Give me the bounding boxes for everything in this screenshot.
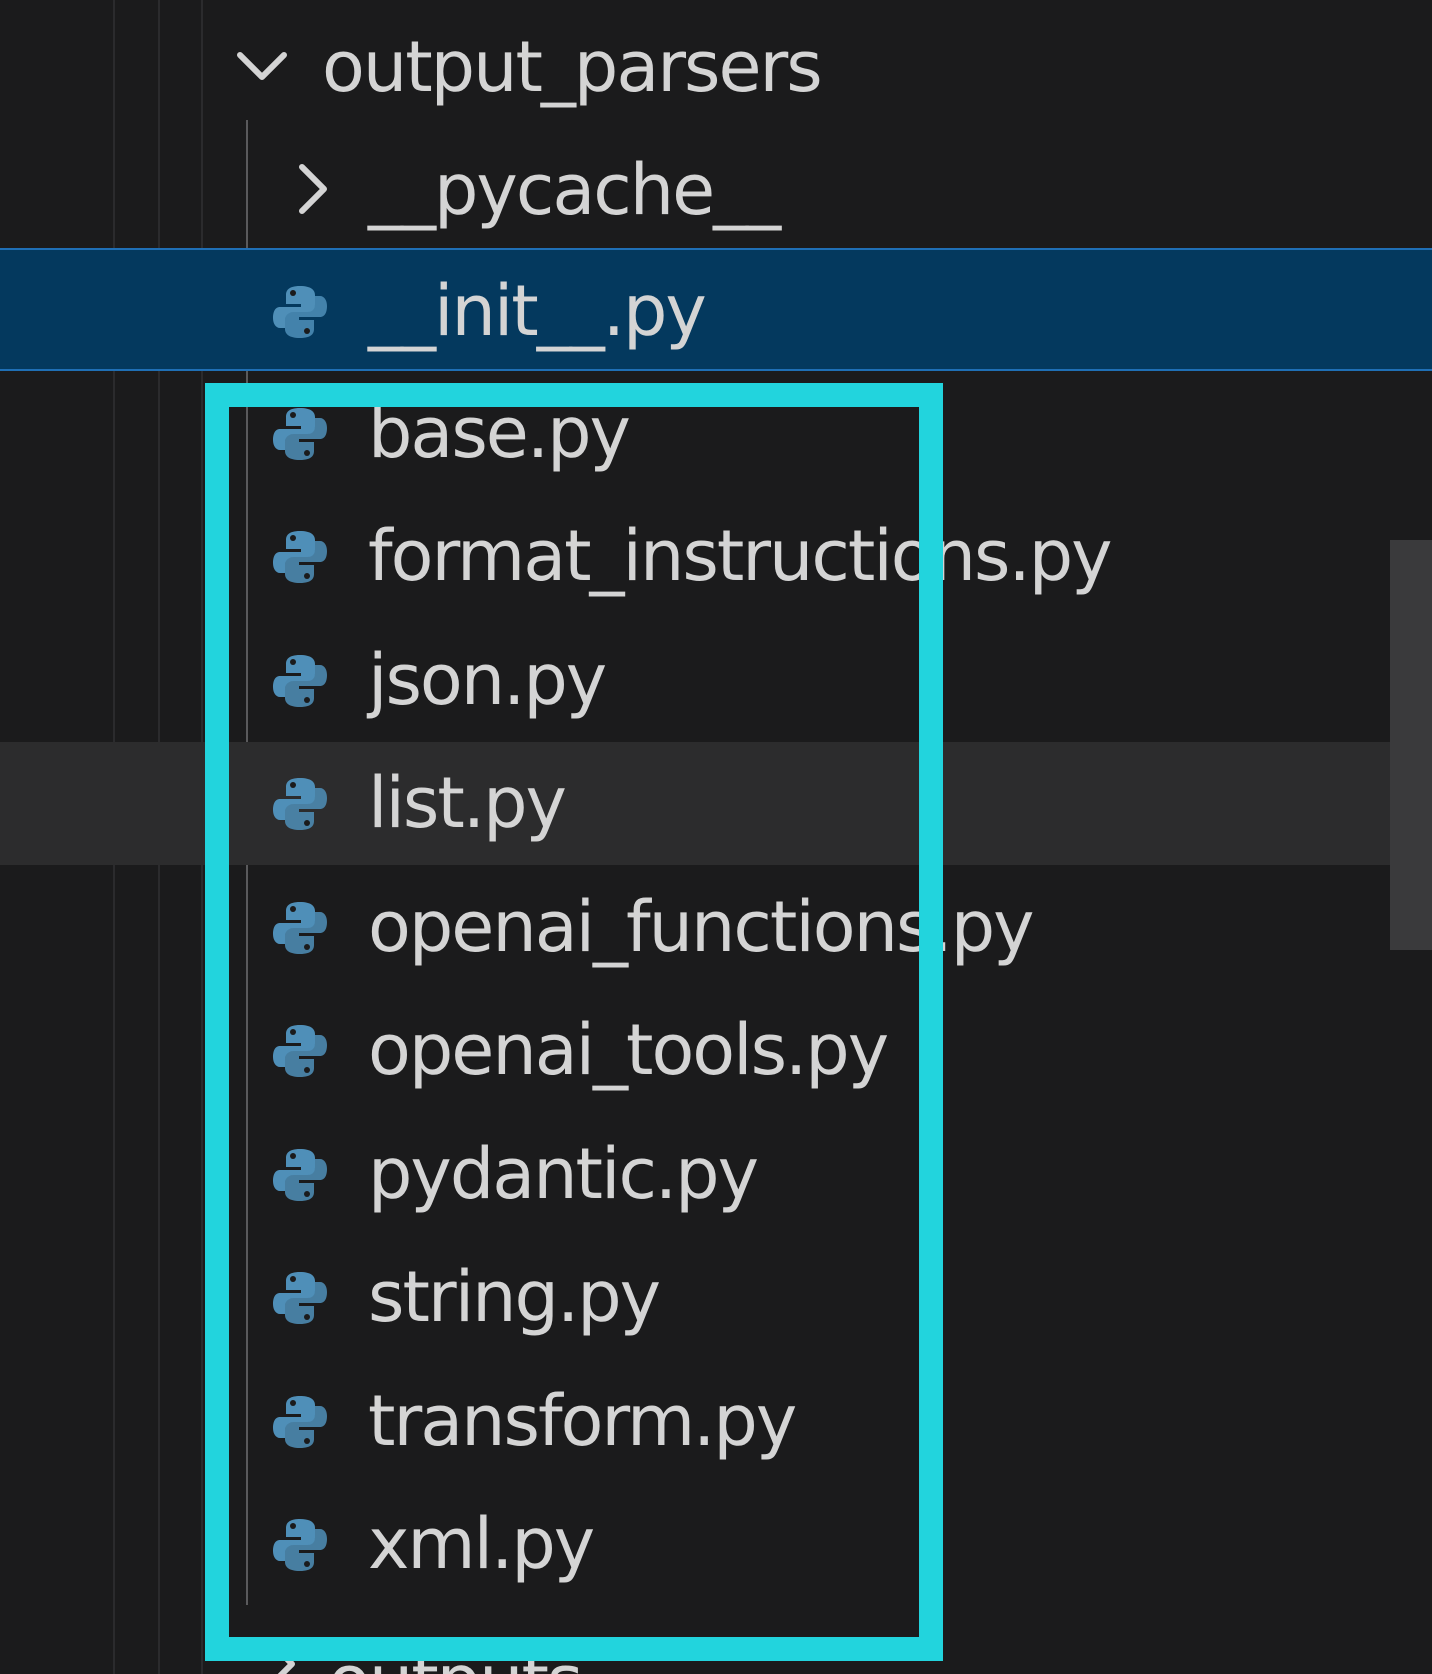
python-icon xyxy=(273,286,327,338)
file-label: __init__.py xyxy=(368,270,707,352)
folder-label: output_parsers xyxy=(322,26,823,108)
file-label: string.py xyxy=(368,1256,661,1338)
python-icon xyxy=(273,1396,327,1448)
chevron-right-icon xyxy=(299,164,327,214)
folder-label: outputs xyxy=(328,1646,583,1674)
scrollbar-thumb[interactable] xyxy=(1390,540,1432,950)
chevron-right-icon xyxy=(267,1639,295,1674)
file-label: base.py xyxy=(368,392,631,474)
file-label: json.py xyxy=(368,639,607,721)
python-icon xyxy=(273,1272,327,1324)
python-icon xyxy=(273,531,327,583)
file-label: xml.py xyxy=(368,1503,595,1585)
file-explorer: output_parsers __pycache__ __init__.pyba… xyxy=(0,0,1432,1674)
file-row[interactable]: list.py xyxy=(0,742,1432,865)
python-icon xyxy=(273,408,327,460)
python-icon xyxy=(273,778,327,830)
python-icon xyxy=(273,902,327,954)
file-label: pydantic.py xyxy=(368,1133,759,1215)
python-icon xyxy=(273,1025,327,1077)
file-row[interactable]: format_instructions.py xyxy=(0,495,1432,618)
python-icon xyxy=(273,1519,327,1571)
python-icon xyxy=(273,1149,327,1201)
folder-row-pycache[interactable]: __pycache__ xyxy=(0,127,1432,250)
file-label: transform.py xyxy=(368,1380,797,1462)
file-row[interactable]: string.py xyxy=(0,1236,1432,1359)
file-row[interactable]: pydantic.py xyxy=(0,1113,1432,1236)
file-row[interactable]: transform.py xyxy=(0,1360,1432,1483)
folder-row-outputs[interactable]: outputs xyxy=(0,1620,1432,1674)
file-row[interactable]: openai_tools.py xyxy=(0,989,1432,1112)
chevron-down-icon xyxy=(237,52,287,80)
file-label: openai_tools.py xyxy=(368,1009,889,1091)
file-row[interactable]: base.py xyxy=(0,372,1432,495)
python-icon xyxy=(273,655,327,707)
file-row[interactable]: xml.py xyxy=(0,1483,1432,1606)
file-row[interactable]: json.py xyxy=(0,619,1432,742)
file-label: format_instructions.py xyxy=(368,515,1113,597)
file-label: list.py xyxy=(368,762,567,844)
file-label: openai_functions.py xyxy=(368,886,1035,968)
file-row[interactable]: __init__.py xyxy=(0,248,1432,371)
file-row[interactable]: openai_functions.py xyxy=(0,866,1432,989)
folder-label: __pycache__ xyxy=(368,149,781,231)
folder-row-output-parsers[interactable]: output_parsers xyxy=(0,4,1432,127)
